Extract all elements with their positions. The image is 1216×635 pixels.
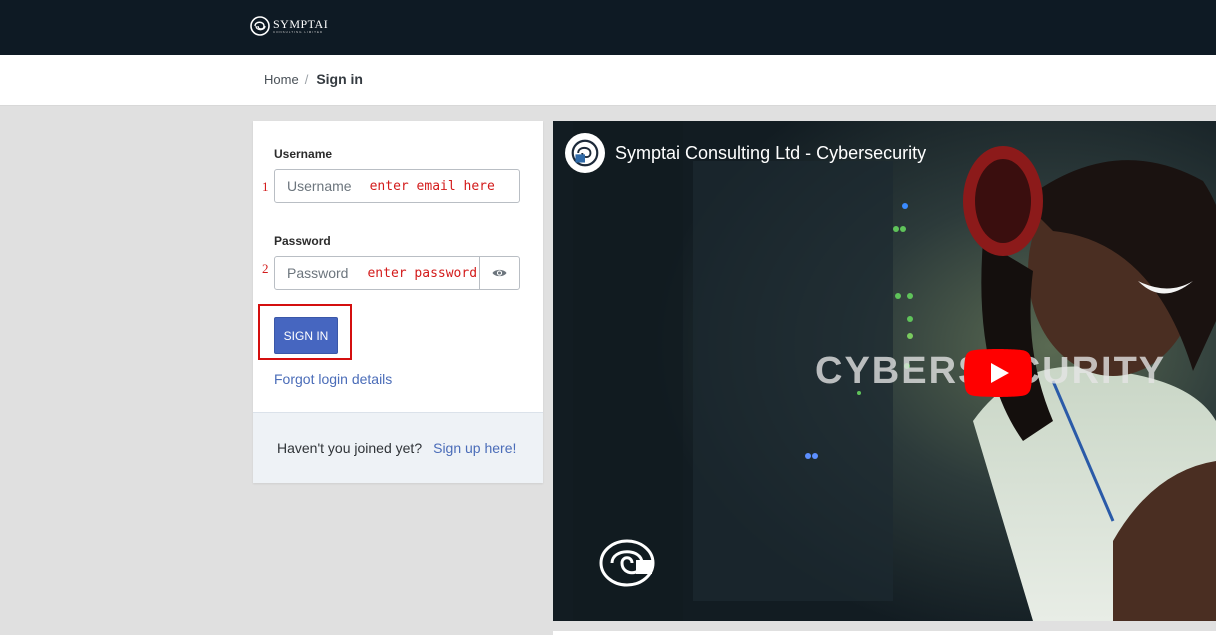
signup-footer: Haven't you joined yet? Sign up here!	[253, 412, 543, 483]
password-placeholder: Password	[287, 265, 349, 281]
breadcrumb-bar: Home / Sign in	[0, 55, 1216, 106]
below-video-strip	[553, 631, 1216, 635]
youtube-play-icon[interactable]	[964, 349, 1032, 397]
symptai-watermark-icon	[599, 539, 655, 587]
username-input[interactable]: Username enter email here	[274, 169, 520, 203]
eye-icon	[492, 269, 507, 277]
logo-name: SYMPTAI	[273, 17, 329, 31]
signin-card: Username 1 Username enter email here Pas…	[253, 121, 543, 483]
annotation-number-2: 2	[262, 261, 269, 276]
username-placeholder: Username	[287, 178, 352, 194]
breadcrumb-home-link[interactable]: Home	[264, 72, 299, 87]
breadcrumb-current: Sign in	[316, 71, 363, 87]
symptai-channel-icon	[571, 139, 599, 167]
password-annotation: enter password	[367, 265, 478, 281]
toggle-password-visibility-button[interactable]	[479, 257, 519, 289]
youtube-video-embed[interactable]: Symptai Consulting Ltd - Cybersecurity C…	[553, 121, 1216, 621]
symptai-logo-icon	[250, 16, 270, 36]
site-logo[interactable]: SYMPTAI CONSULTING LIMITED	[249, 15, 328, 37]
password-label: Password	[274, 234, 331, 248]
annotation-number-1: 1	[262, 179, 269, 194]
signup-link[interactable]: Sign up here!	[433, 440, 516, 456]
channel-avatar[interactable]	[565, 133, 605, 173]
top-navbar: SYMPTAI CONSULTING LIMITED	[0, 0, 1216, 55]
username-annotation: enter email here	[369, 178, 495, 194]
breadcrumb: Home / Sign in	[264, 71, 363, 87]
username-label: Username	[274, 147, 333, 161]
video-title[interactable]: Symptai Consulting Ltd - Cybersecurity	[615, 143, 926, 164]
breadcrumb-separator: /	[304, 71, 309, 87]
password-input[interactable]: Password enter password	[274, 256, 520, 290]
logo-subtext: CONSULTING LIMITED	[273, 30, 324, 34]
forgot-login-link[interactable]: Forgot login details	[274, 371, 392, 387]
signup-prompt: Haven't you joined yet?	[277, 440, 423, 456]
signin-button[interactable]: SIGN IN	[274, 317, 338, 354]
